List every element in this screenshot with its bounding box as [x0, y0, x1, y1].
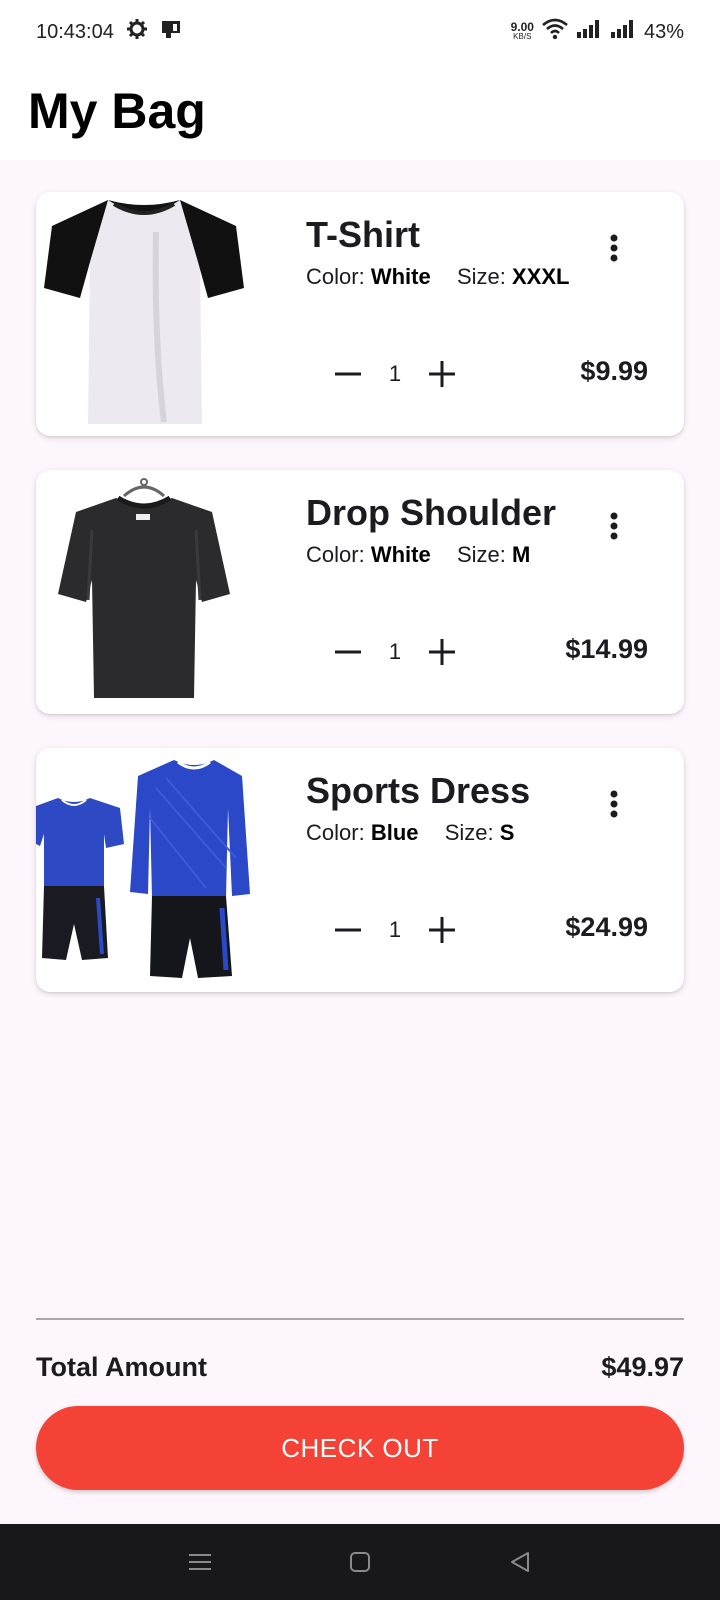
increase-quantity-button[interactable]	[420, 910, 464, 950]
size-value: S	[499, 820, 515, 845]
product-name: Sports Dress	[306, 770, 531, 811]
product-price: $9.99	[580, 356, 648, 386]
menu-icon	[189, 1554, 211, 1570]
product-price: $14.99	[565, 634, 648, 664]
net-speed: 9.00 KB/S	[510, 20, 534, 41]
size-label: Size:	[444, 820, 494, 845]
color-value: Blue	[370, 820, 419, 845]
status-right: 9.00 KB/S 43%	[511, 18, 684, 46]
product-meta: Color: White Size: M	[306, 542, 530, 568]
size-label: Size:	[456, 542, 506, 567]
product-meta: Color: Blue Size: S	[306, 820, 514, 846]
decrease-quantity-button[interactable]	[326, 910, 370, 950]
system-nav-bar	[0, 1524, 720, 1600]
page-title: My Bag	[28, 83, 206, 139]
product-price: $24.99	[565, 912, 648, 942]
more-vert-icon	[610, 234, 618, 262]
color-value: White	[370, 542, 431, 567]
size-value: XXXL	[512, 264, 570, 289]
more-vert-icon	[610, 790, 618, 818]
home-icon	[350, 1552, 370, 1572]
plus-icon	[429, 917, 455, 943]
more-options-button[interactable]	[596, 786, 632, 822]
size-label: Size:	[456, 264, 506, 289]
plus-icon	[429, 639, 455, 665]
back-icon	[511, 1552, 529, 1572]
signal-icon	[576, 19, 602, 45]
recent-apps-button[interactable]	[170, 1532, 230, 1592]
quantity-stepper: 1	[326, 632, 464, 672]
size-value: M	[512, 542, 531, 567]
product-name: Drop Shoulder	[306, 492, 556, 533]
app-header: My Bag	[0, 64, 720, 160]
quantity-stepper: 1	[326, 910, 464, 950]
minus-icon	[335, 372, 361, 376]
quantity-value: 1	[388, 361, 402, 386]
cart-item-card[interactable]: T-Shirt Color: White Size: XXXL 1 $9.99	[36, 192, 684, 436]
more-options-button[interactable]	[596, 230, 632, 266]
increase-quantity-button[interactable]	[420, 354, 464, 394]
more-options-button[interactable]	[596, 508, 632, 544]
cart-item-card[interactable]: Sports Dress Color: Blue Size: S 1 $24.9…	[36, 748, 684, 992]
color-label: Color:	[306, 264, 365, 289]
summary-divider	[36, 1318, 684, 1320]
quantity-stepper: 1	[326, 354, 464, 394]
minus-icon	[335, 650, 361, 654]
product-image-sports-dress	[36, 748, 252, 992]
quantity-value: 1	[388, 639, 402, 664]
status-bar: 10:43:04 9.00 KB/S 43%	[0, 0, 720, 64]
product-name: T-Shirt	[306, 214, 420, 255]
decrease-quantity-button[interactable]	[326, 354, 370, 394]
settings-icon	[126, 18, 148, 46]
product-meta: Color: White Size: XXXL	[306, 264, 569, 290]
sim-icon	[160, 18, 182, 46]
wifi-icon	[542, 18, 568, 46]
status-time: 10:43:04	[36, 20, 114, 43]
color-value: White	[370, 264, 431, 289]
back-button[interactable]	[490, 1532, 550, 1592]
increase-quantity-button[interactable]	[420, 632, 464, 672]
product-image-drop-shoulder	[36, 470, 252, 714]
cart-item-card[interactable]: Drop Shoulder Color: White Size: M 1 $14…	[36, 470, 684, 714]
color-label: Color:	[306, 820, 365, 845]
home-button[interactable]	[330, 1532, 390, 1592]
checkout-button[interactable]: CHECK OUT	[36, 1406, 684, 1490]
minus-icon	[335, 928, 361, 932]
quantity-value: 1	[388, 917, 402, 942]
decrease-quantity-button[interactable]	[326, 632, 370, 672]
more-vert-icon	[610, 512, 618, 540]
product-image-tshirt	[36, 192, 252, 436]
status-left: 10:43:04	[36, 18, 182, 46]
plus-icon	[429, 361, 455, 387]
battery-text: 43%	[643, 20, 684, 43]
color-label: Color:	[306, 542, 365, 567]
signal-icon	[610, 19, 636, 45]
total-label: Total Amount	[36, 1352, 207, 1382]
total-value: $49.97	[601, 1352, 684, 1382]
